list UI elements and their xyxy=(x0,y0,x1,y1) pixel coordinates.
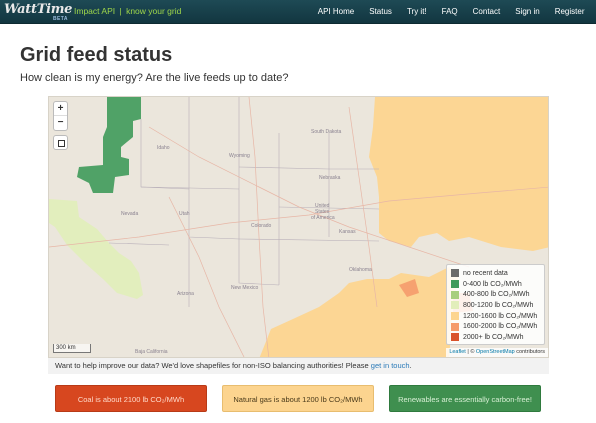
help-message: Want to help improve our data? We'd love… xyxy=(48,358,549,374)
help-end: . xyxy=(409,361,412,370)
region-midwest-east[interactable] xyxy=(369,97,549,251)
label-nevada: Nevada xyxy=(121,211,138,217)
label-utah: Utah xyxy=(179,211,190,217)
coal-info-button[interactable]: Coal is about 2100 lb CO₂/MWh xyxy=(55,385,207,412)
nav-register[interactable]: Register xyxy=(547,0,592,24)
nav-status[interactable]: Status xyxy=(362,0,400,24)
nav-faq[interactable]: FAQ xyxy=(434,0,465,24)
leaflet-link[interactable]: Leaflet xyxy=(449,349,466,355)
legend-row: 2000+ lb CO₂/MWh xyxy=(451,332,540,343)
legend-label: 400-800 lb CO₂/MWh xyxy=(463,291,530,299)
zoom-in-button[interactable]: + xyxy=(54,102,67,116)
legend-swatch xyxy=(451,312,459,321)
nav-contact[interactable]: Contact xyxy=(465,0,508,24)
legend-swatch xyxy=(451,269,459,278)
beta-badge: BETA xyxy=(53,16,68,22)
legend-label: 1600-2000 lb CO₂/MWh xyxy=(463,323,538,331)
nav-try-it[interactable]: Try it! xyxy=(399,0,434,24)
label-south-dakota: South Dakota xyxy=(311,129,342,135)
legend-label: 1200-1600 lb CO₂/MWh xyxy=(463,312,538,320)
scale-bar: 300 km xyxy=(53,344,91,353)
watttime-logo[interactable]: WattTime BETA xyxy=(4,2,73,22)
label-oklahoma: Oklahoma xyxy=(349,267,372,273)
label-baja: Baja California xyxy=(135,349,168,355)
tagline: Impact API | know your grid xyxy=(74,6,181,16)
page-title: Grid feed status xyxy=(20,44,173,66)
zoom-control: + − xyxy=(53,101,68,131)
gas-info-button[interactable]: Natural gas is about 1200 lb CO₂/MWh xyxy=(222,385,374,412)
legend-swatch xyxy=(451,322,459,331)
legend-label: no recent data xyxy=(463,269,508,277)
attribution-sep: | © xyxy=(465,349,476,355)
legend-row: no recent data xyxy=(451,268,540,279)
region-northwest-clean[interactable] xyxy=(77,97,141,193)
legend-swatch xyxy=(451,280,459,289)
grid-map[interactable]: South Dakota Wyoming Idaho Nebraska Neva… xyxy=(48,96,549,358)
legend-row: 0-400 lb CO₂/MWh xyxy=(451,279,540,290)
osm-link[interactable]: OpenStreetMap xyxy=(476,349,515,355)
label-kansas: Kansas xyxy=(339,229,356,235)
map-attribution: Leaflet | © OpenStreetMap contributors xyxy=(446,348,548,357)
label-wyoming: Wyoming xyxy=(229,153,250,159)
legend-label: 0-400 lb CO₂/MWh xyxy=(463,280,522,288)
label-us-3: of America xyxy=(311,215,335,221)
label-nebraska: Nebraska xyxy=(319,175,341,181)
label-arizona: Arizona xyxy=(177,291,194,297)
legend-row: 800-1200 lb CO₂/MWh xyxy=(451,300,540,311)
top-navbar: WattTime BETA Impact API | know your gri… xyxy=(0,0,596,24)
legend-swatch xyxy=(451,333,459,342)
tagline-know-your-grid[interactable]: know your grid xyxy=(126,6,181,16)
logo-text: WattTime xyxy=(4,2,73,17)
label-colorado: Colorado xyxy=(251,223,272,229)
legend-label: 2000+ lb CO₂/MWh xyxy=(463,333,524,341)
legend-label: 800-1200 lb CO₂/MWh xyxy=(463,301,534,309)
legend-row: 1600-2000 lb CO₂/MWh xyxy=(451,321,540,332)
attribution-tail: contributors xyxy=(514,349,545,355)
tagline-impact-api[interactable]: Impact API xyxy=(74,6,115,16)
region-south[interactable] xyxy=(259,267,459,358)
label-new-mexico: New Mexico xyxy=(231,285,258,291)
nav-links: API Home Status Try it! FAQ Contact Sign… xyxy=(310,0,592,24)
renewables-info-button[interactable]: Renewables are essentially carbon-free! xyxy=(389,385,541,412)
legend-swatch xyxy=(451,301,459,310)
label-idaho: Idaho xyxy=(157,145,170,151)
legend-swatch xyxy=(451,290,459,299)
help-text: Want to help improve our data? We'd love… xyxy=(55,361,371,370)
fullscreen-button[interactable] xyxy=(53,135,68,150)
legend-row: 1200-1600 lb CO₂/MWh xyxy=(451,311,540,322)
zoom-out-button[interactable]: − xyxy=(54,116,67,130)
legend-row: 400-800 lb CO₂/MWh xyxy=(451,289,540,300)
nav-api-home[interactable]: API Home xyxy=(310,0,361,24)
page-subtitle: How clean is my energy? Are the live fee… xyxy=(20,72,289,84)
get-in-touch-link[interactable]: get in touch xyxy=(371,361,410,370)
nav-sign-in[interactable]: Sign in xyxy=(508,0,547,24)
emissions-legend: no recent data 0-400 lb CO₂/MWh 400-800 … xyxy=(446,264,545,345)
tagline-separator: | xyxy=(119,6,122,16)
